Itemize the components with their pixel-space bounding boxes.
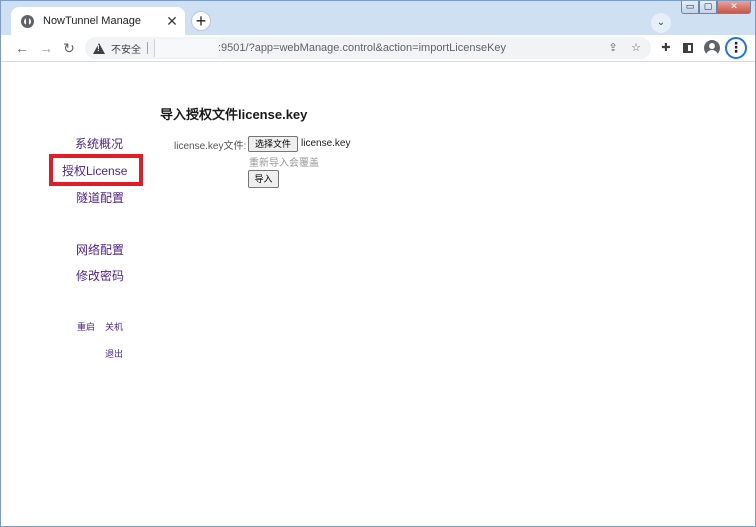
forward-button[interactable]: →: [36, 38, 56, 58]
browser-window: NowTunnel Manage ✕ + ⌄ ▭ ▢ ✕ ← → ↻ 不安全 :…: [0, 0, 756, 527]
warning-icon[interactable]: [93, 42, 105, 54]
minimize-button[interactable]: ▭: [681, 1, 699, 14]
share-icon[interactable]: ⇪: [605, 40, 621, 56]
url-text[interactable]: :9501/?app=webManage.control&action=impo…: [218, 42, 506, 54]
reload-button[interactable]: ↻: [59, 38, 79, 58]
tab-nowtunnel[interactable]: NowTunnel Manage ✕: [11, 7, 185, 35]
import-button[interactable]: 导入: [248, 170, 279, 188]
page-content: 系统概况 授权License 隧道配置 网络配置 修改密码 重启 关机 退出 导…: [1, 63, 755, 526]
extensions-icon[interactable]: ✚: [657, 39, 675, 57]
globe-icon: [21, 14, 34, 28]
highlight-box: [49, 154, 143, 186]
maximize-button[interactable]: ▢: [699, 1, 717, 14]
side-panel-icon[interactable]: [683, 43, 693, 53]
close-icon[interactable]: ✕: [163, 12, 181, 30]
logout-link[interactable]: 退出: [105, 347, 123, 360]
redacted-host: [154, 39, 218, 57]
insecure-label[interactable]: 不安全: [111, 41, 141, 56]
choose-file-button[interactable]: 选择文件: [248, 136, 298, 152]
page-title: 导入授权文件license.key: [160, 107, 308, 122]
tab-title: NowTunnel Manage: [43, 15, 142, 27]
sidebar-item-system-overview[interactable]: 系统概况: [75, 135, 123, 152]
window-close-button[interactable]: ✕: [717, 1, 751, 14]
file-field-label: license.key文件:: [174, 141, 247, 152]
sidebar-item-tunnel-config[interactable]: 隧道配置: [76, 189, 124, 206]
new-tab-button[interactable]: +: [191, 11, 211, 31]
bookmark-star-icon[interactable]: ☆: [628, 40, 644, 56]
sidebar-item-change-password[interactable]: 修改密码: [76, 267, 124, 284]
browser-toolbar: ← → ↻ 不安全 :9501/?app=webManage.control&a…: [1, 35, 755, 62]
shutdown-link[interactable]: 关机: [105, 320, 123, 333]
browser-menu-button[interactable]: ⋮: [725, 37, 747, 59]
separator: [147, 42, 148, 54]
tab-strip: NowTunnel Manage ✕ + ⌄ ▭ ▢ ✕: [1, 1, 755, 35]
selected-file-name: license.key: [301, 138, 351, 149]
tab-search-button[interactable]: ⌄: [651, 13, 671, 33]
address-bar[interactable]: 不安全 :9501/?app=webManage.control&action=…: [85, 37, 651, 59]
profile-avatar-icon[interactable]: [704, 40, 720, 56]
restart-link[interactable]: 重启: [77, 320, 95, 333]
overwrite-hint: 重新导入会覆盖: [249, 158, 319, 169]
back-button[interactable]: ←: [12, 38, 32, 58]
sidebar-item-network-config[interactable]: 网络配置: [76, 241, 124, 258]
